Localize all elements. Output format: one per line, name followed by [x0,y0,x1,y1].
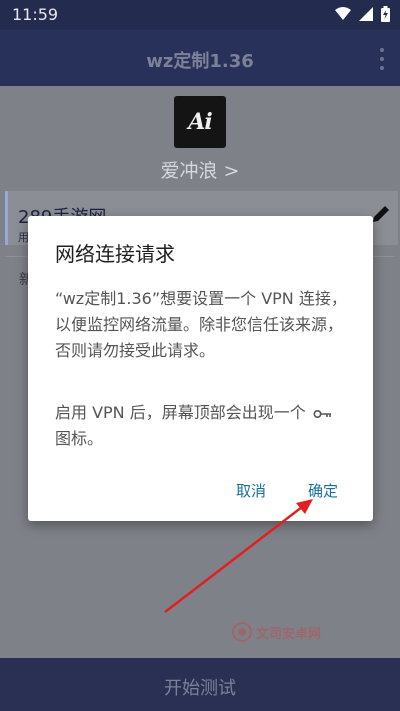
dialog-message2-after: 图标。 [55,429,104,448]
start-test-label: 开始测试 [164,678,236,699]
logo-text: Ai [188,109,212,135]
watermark-logo-icon [232,622,252,642]
watermark-text: 文司安卓网 [256,626,322,642]
vpn-request-dialog: 网络连接请求 “wz定制1.36”想要设置一个 VPN 连接，以便监控网络流量。… [28,216,373,521]
start-test-button[interactable]: 开始测试 [0,658,400,711]
ok-button[interactable]: 确定 [308,480,338,501]
status-bar: 11:59 [0,0,400,30]
status-icons [335,6,390,22]
battery-icon [381,6,390,22]
cancel-button[interactable]: 取消 [236,480,266,501]
dialog-title: 网络连接请求 [55,242,175,266]
key-icon [313,409,331,418]
signal-icon [359,7,373,21]
app-title: wz定制1.36 [146,51,254,72]
wifi-icon [335,7,351,20]
edit-icon[interactable] [370,203,392,225]
app-bar: wz定制1.36 [0,30,400,86]
dialog-message2-before: 启用 VPN 后，屏幕顶部会出现一个 [55,403,306,422]
app-logo[interactable]: Ai [174,96,226,148]
overflow-menu-icon[interactable] [378,48,386,70]
dialog-message: “wz定制1.36”想要设置一个 VPN 连接，以便监控网络流量。除非您信任该来… [55,289,347,360]
status-time: 11:59 [12,5,59,24]
profile-name-link[interactable]: 爱冲浪 > [0,156,400,183]
watermark: 文司安卓网 [232,622,321,642]
dialog-message-vpn-icon-note: 启用 VPN 后，屏幕顶部会出现一个 图标。 [55,400,347,452]
